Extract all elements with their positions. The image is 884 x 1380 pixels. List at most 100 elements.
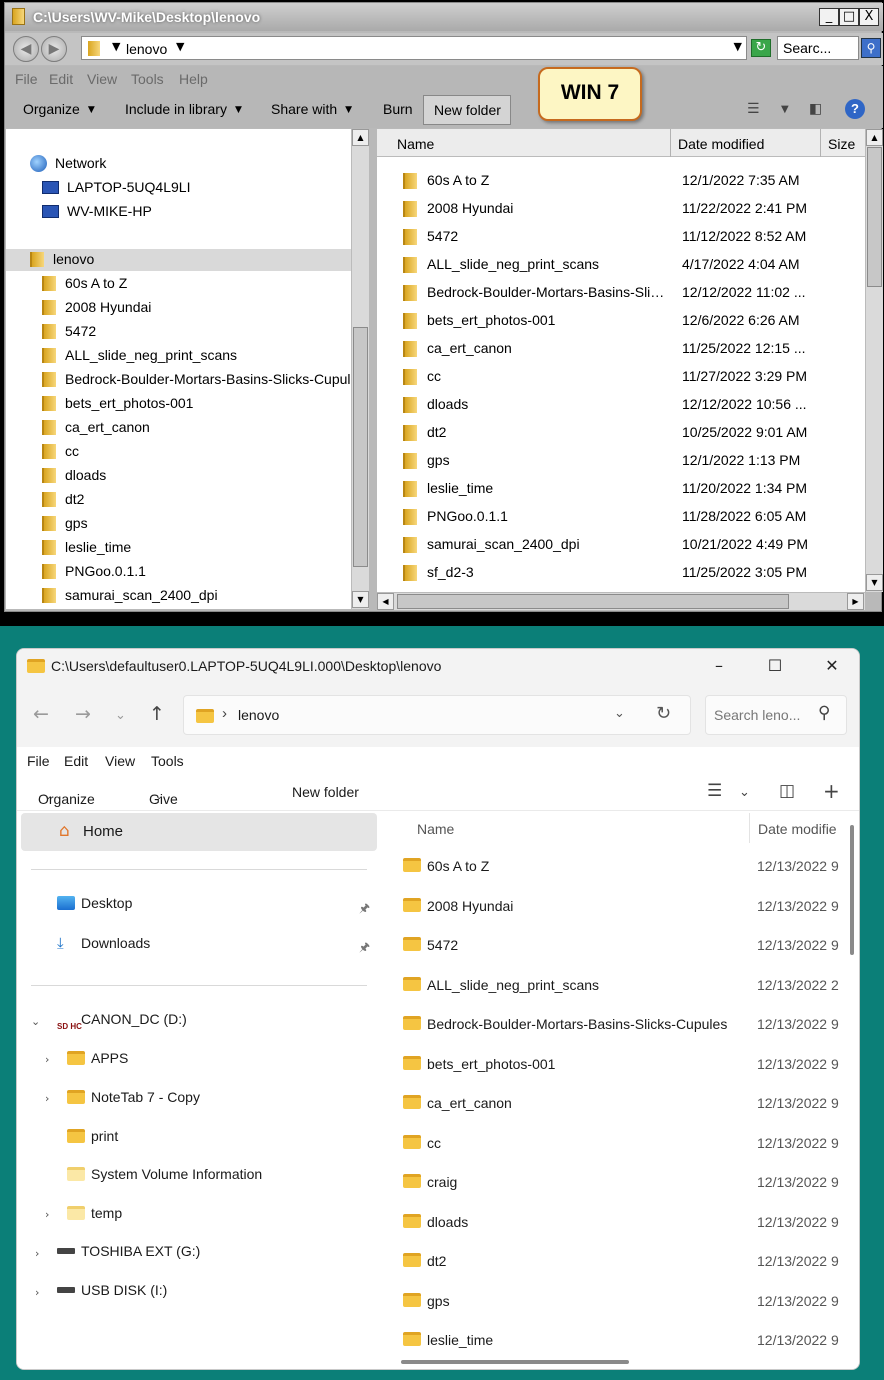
nav-folder-item[interactable]: dloads (42, 467, 106, 489)
file-row[interactable]: bets_ert_photos-001 12/13/2022 9 (379, 1047, 859, 1081)
new-folder-button[interactable]: New folder (423, 95, 511, 125)
menu-tools[interactable]: Tools (131, 71, 164, 87)
chevron-down-icon[interactable]: ⌄ (31, 1015, 40, 1028)
file-row[interactable]: Bedrock-Boulder-Mortars-Basins-Slick... 1… (377, 279, 865, 307)
maximize-button[interactable]: □ (839, 8, 859, 26)
organize-button[interactable]: Organize ▼ (23, 101, 95, 117)
preview-pane-icon[interactable]: ◧ (809, 101, 822, 117)
nav-folder-item[interactable]: 5472 (42, 323, 96, 345)
file-row[interactable]: 60s A to Z 12/13/2022 9 (379, 849, 859, 883)
forward-button[interactable]: ▶ (41, 36, 67, 62)
file-row[interactable]: ca_ert_canon 12/13/2022 9 (379, 1086, 859, 1120)
file-row[interactable]: cc 12/13/2022 9 (379, 1126, 859, 1160)
scroll-up-icon[interactable]: ▲ (866, 129, 883, 146)
nav-folder-item[interactable]: samurai_scan_2400_dpi (42, 587, 218, 609)
column-header-date[interactable]: Date modifie (758, 821, 837, 837)
file-row[interactable]: gps 12/1/2022 1:13 PM (377, 447, 865, 475)
file-row[interactable]: leslie_time 11/20/2022 1:34 PM (377, 475, 865, 503)
burn-button[interactable]: Burn (383, 101, 413, 117)
file-row[interactable]: gps 12/13/2022 9 (379, 1284, 859, 1318)
nav-item-computer[interactable]: LAPTOP-5UQ4L9LI (42, 179, 190, 201)
nav-item-computer[interactable]: WV-MIKE-HP (42, 203, 152, 225)
nav-item-home[interactable]: ⌂ Home (21, 813, 377, 851)
horizontal-scrollbar[interactable] (401, 1360, 629, 1364)
address-bar[interactable]: › lenovo ⌄ ↻ (183, 695, 691, 735)
file-row[interactable]: cc 11/27/2022 3:29 PM (377, 363, 865, 391)
menu-help[interactable]: Help (179, 71, 208, 87)
back-icon[interactable]: ← (33, 703, 49, 725)
chevron-down-icon[interactable]: ⌄ (614, 706, 625, 721)
menu-file[interactable]: File (27, 753, 50, 769)
scrollbar-thumb[interactable] (867, 147, 882, 287)
column-header-size[interactable]: Size (828, 136, 855, 152)
close-button[interactable]: ✕ (820, 655, 844, 677)
file-list-scrollbar[interactable]: ▲ ▼ (865, 129, 883, 592)
file-row[interactable]: Bedrock-Boulder-Mortars-Basins-Slicks-Cu… (379, 1007, 859, 1041)
details-pane-icon[interactable]: ◫ (779, 781, 795, 801)
nav-folder-item[interactable]: leslie_time (42, 539, 131, 561)
file-row[interactable]: ALL_slide_neg_print_scans 4/17/2022 4:04 … (377, 251, 865, 279)
column-divider[interactable] (749, 813, 750, 843)
nav-item-lenovo[interactable]: lenovo (6, 249, 351, 271)
scroll-up-icon[interactable]: ▲ (352, 129, 369, 146)
chevron-right-icon[interactable]: › (45, 1092, 49, 1105)
nav-item-network[interactable]: Network (30, 155, 106, 177)
nav-item-system-volume[interactable]: System Volume Information (67, 1166, 262, 1196)
file-row[interactable]: ca_ert_canon 11/25/2022 12:15 ... (377, 335, 865, 363)
vertical-scrollbar[interactable] (850, 825, 854, 955)
menu-edit[interactable]: Edit (64, 753, 88, 769)
file-row[interactable]: ALL_slide_neg_print_scans 12/13/2022 2 (379, 968, 859, 1002)
close-button[interactable]: X (859, 8, 879, 26)
view-options-icon[interactable]: ☰ (747, 101, 760, 117)
search-icon[interactable]: ⚲ (861, 38, 881, 58)
nav-folder-item[interactable]: dt2 (42, 491, 84, 513)
scrollbar-thumb[interactable] (353, 327, 368, 567)
chevron-down-icon[interactable]: ⌄ (739, 785, 750, 800)
file-row[interactable]: PNGoo.0.1.1 11/28/2022 6:05 AM (377, 503, 865, 531)
search-input[interactable]: Searc... (777, 36, 859, 60)
pin-icon[interactable]: 🖈 (359, 899, 370, 920)
nav-folder-item[interactable]: gps (42, 515, 88, 537)
horizontal-scrollbar[interactable]: ◀ ▶ (377, 592, 865, 610)
nav-item-usb-disk[interactable]: USB DISK (I:) (57, 1282, 167, 1312)
back-button[interactable]: ◀ (13, 36, 39, 62)
nav-folder-item[interactable]: bets_ert_photos-001 (42, 395, 193, 417)
file-row[interactable]: leslie_time 12/13/2022 9 (379, 1323, 859, 1357)
file-row[interactable]: dloads 12/13/2022 9 (379, 1205, 859, 1239)
scroll-down-icon[interactable]: ▼ (352, 591, 369, 608)
nav-item-desktop[interactable]: Desktop (57, 895, 132, 925)
search-icon[interactable]: ⚲ (818, 703, 830, 723)
file-row[interactable]: 2008 Hyundai 12/13/2022 9 (379, 889, 859, 923)
file-row[interactable]: 2008 Hyundai 11/22/2022 2:41 PM (377, 195, 865, 223)
chevron-right-icon[interactable]: › (35, 1247, 39, 1260)
nav-folder-item[interactable]: PNGoo.0.1.1 (42, 563, 146, 585)
menu-file[interactable]: File (15, 71, 38, 87)
file-row[interactable]: dt2 12/13/2022 9 (379, 1244, 859, 1278)
file-row[interactable]: craig 12/13/2022 9 (379, 1165, 859, 1199)
chevron-down-icon[interactable]: ▼ (176, 40, 184, 53)
scroll-left-icon[interactable]: ◀ (377, 593, 394, 610)
chevron-right-icon[interactable]: › (35, 1286, 39, 1299)
chevron-down-icon[interactable]: ▼ (112, 40, 120, 53)
menu-view[interactable]: View (87, 71, 117, 87)
file-row[interactable]: bets_ert_photos-001 12/6/2022 6:26 AM (377, 307, 865, 335)
column-divider[interactable] (820, 129, 821, 157)
menu-tools[interactable]: Tools (151, 753, 184, 769)
nav-item-canon-dc[interactable]: SD HCCANON_DC (D:) (57, 1011, 187, 1041)
column-header-name[interactable]: Name (397, 136, 434, 152)
recent-locations-icon[interactable]: ⌄ (115, 708, 126, 723)
nav-scrollbar[interactable]: ▲ ▼ (351, 129, 369, 609)
nav-item-toshiba-ext[interactable]: TOSHIBA EXT (G:) (57, 1243, 200, 1273)
file-row[interactable]: samurai_scan_2400_dpi 10/21/2022 4:49 PM (377, 531, 865, 559)
file-row[interactable]: 5472 12/13/2022 9 (379, 928, 859, 962)
nav-folder-item[interactable]: cc (42, 443, 79, 465)
refresh-button[interactable]: ↻ (751, 39, 771, 57)
nav-folder-item[interactable]: 2008 Hyundai (42, 299, 151, 321)
nav-folder-item[interactable]: ALL_slide_neg_print_scans (42, 347, 237, 369)
menu-view[interactable]: View (105, 753, 135, 769)
chevron-right-icon[interactable]: › (45, 1053, 49, 1066)
nav-item-temp[interactable]: temp (67, 1205, 122, 1235)
nav-item-downloads[interactable]: ⤓ Downloads (57, 934, 150, 964)
column-header-name[interactable]: Name (417, 821, 454, 837)
address-bar[interactable]: ▼ lenovo ▼ ▼ (81, 36, 747, 60)
